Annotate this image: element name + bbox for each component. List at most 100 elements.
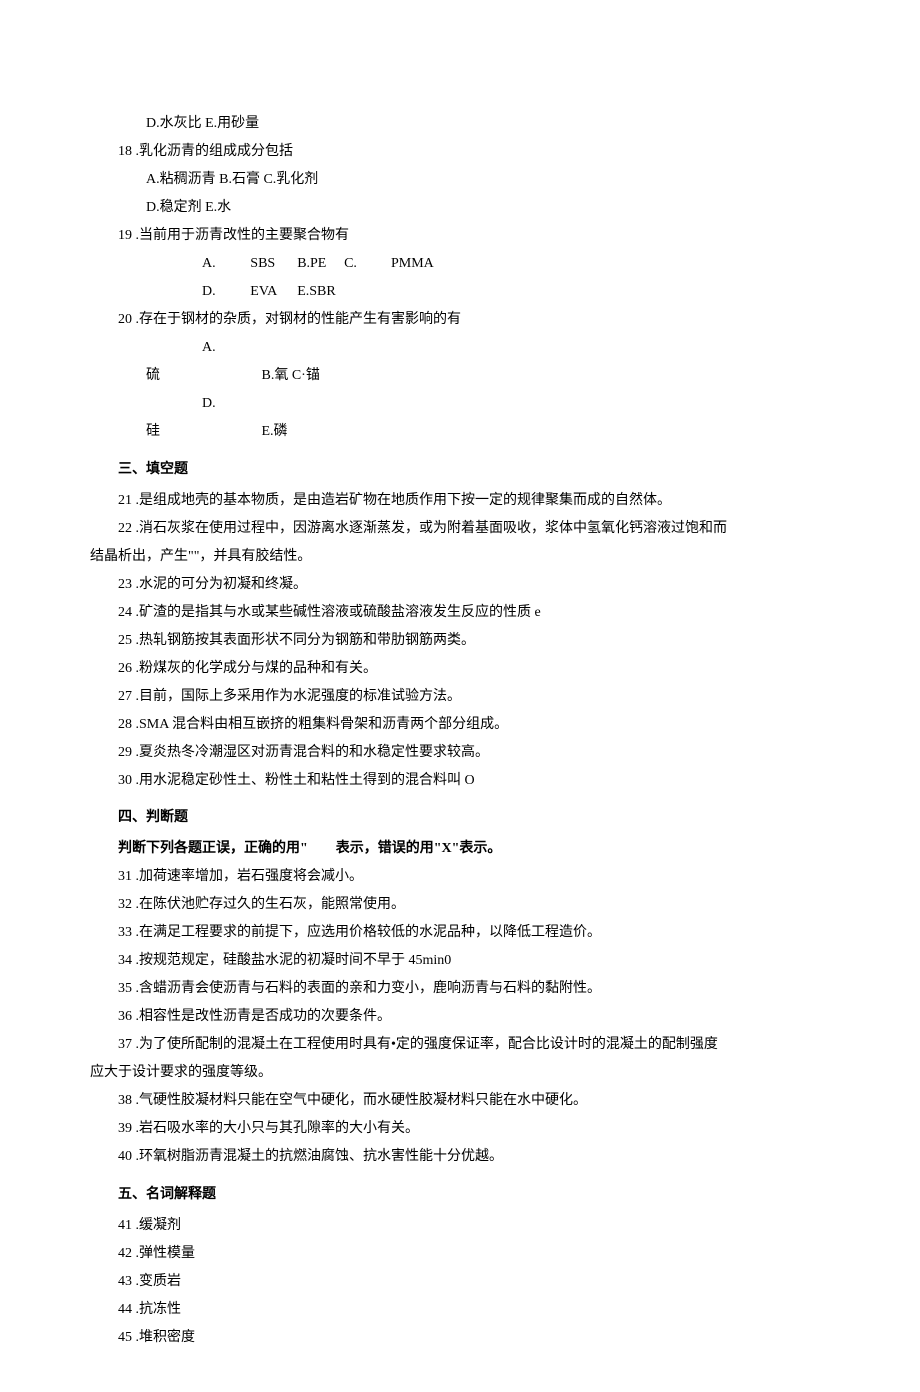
q43-num: 43 xyxy=(118,1274,132,1289)
q26-num: 26 xyxy=(118,661,132,676)
q18-num: 18 xyxy=(118,144,132,159)
q35: 35 .含蜡沥青会使沥青与石料的表面的亲和力变小，鹿响沥青与石料的黏附性。 xyxy=(90,975,830,1003)
q18-options-1: A.粘稠沥青 B.石膏 C.乳化剂 xyxy=(90,166,830,194)
q45: 45 .堆积密度 xyxy=(90,1324,830,1352)
q43: 43 .变质岩 xyxy=(90,1268,830,1296)
q36-text: .相容性是改性沥青是否成功的次要条件。 xyxy=(136,1009,392,1024)
q19-num: 19 xyxy=(118,228,132,243)
q32: 32 .在陈伏池贮存过久的生石灰，能照常使用。 xyxy=(90,891,830,919)
q29-num: 29 xyxy=(118,745,132,760)
q22-text1: .消石灰浆在使用过程中，因游离水逐渐蒸发，或为附着基面吸收，浆体中氢氧化钙溶液过… xyxy=(136,521,728,536)
q19-line: 19 .当前用于沥青改性的主要聚合物有 xyxy=(90,222,830,250)
q23: 23 .水泥的可分为初凝和终凝。 xyxy=(90,571,830,599)
q17-option-d-e: D.水灰比 E.用砂量 xyxy=(90,110,830,138)
q40-text: .环氧树脂沥青混凝土的抗燃油腐蚀、抗水害性能十分优越。 xyxy=(136,1149,504,1164)
q25: 25 .热轧钢筋按其表面形状不同分为钢筋和带肋钢筋两类。 xyxy=(90,627,830,655)
q34-num: 34 xyxy=(118,953,132,968)
section-5-heading: 五、名词解释题 xyxy=(90,1181,830,1209)
q27-num: 27 xyxy=(118,689,132,704)
q41: 41 .缓凝剂 xyxy=(90,1212,830,1240)
q20-stem: .存在于钢材的杂质，对钢材的性能产生有害影响的有 xyxy=(136,312,462,327)
q18-stem: .乳化沥青的组成成分包括 xyxy=(136,144,294,159)
q29-text: .夏炎热冬冷潮湿区对沥青混合料的和水稳定性要求较高。 xyxy=(136,745,490,760)
q22-num: 22 xyxy=(118,521,132,536)
q33-num: 33 xyxy=(118,925,132,940)
q34-text: .按规范规定，硅酸盐水泥的初凝时间不早于 45min0 xyxy=(136,953,452,968)
q18-options-2: D.稳定剂 E.水 xyxy=(90,194,830,222)
q28-num: 28 xyxy=(118,717,132,732)
q31-num: 31 xyxy=(118,869,132,884)
q26: 26 .粉煤灰的化学成分与煤的品种和有关。 xyxy=(90,655,830,683)
q35-text: .含蜡沥青会使沥青与石料的表面的亲和力变小，鹿响沥青与石料的黏附性。 xyxy=(136,981,602,996)
q44-text: .抗冻性 xyxy=(136,1302,182,1317)
q20-num: 20 xyxy=(118,312,132,327)
q42: 42 .弹性模量 xyxy=(90,1240,830,1268)
q41-text: .缓凝剂 xyxy=(136,1218,182,1233)
q38: 38 .气硬性胶凝材料只能在空气中硬化，而水硬性胶凝材料只能在水中硬化。 xyxy=(90,1087,830,1115)
q37-line2: 应大于设计要求的强度等级。 xyxy=(90,1059,830,1087)
q39-text: .岩石吸水率的大小只与其孔隙率的大小有关。 xyxy=(136,1121,420,1136)
q43-text: .变质岩 xyxy=(136,1274,182,1289)
q44: 44 .抗冻性 xyxy=(90,1296,830,1324)
q41-num: 41 xyxy=(118,1218,132,1233)
q33-text: .在满足工程要求的前提下，应选用价格较低的水泥品种，以降低工程造价。 xyxy=(136,925,602,940)
q42-num: 42 xyxy=(118,1246,132,1261)
q19-e: E.SBR xyxy=(241,278,336,306)
q20-e: E.磷 xyxy=(206,418,288,446)
q30-num: 30 xyxy=(118,773,132,788)
q36-num: 36 xyxy=(118,1009,132,1024)
q26-text: .粉煤灰的化学成分与煤的品种和有关。 xyxy=(136,661,378,676)
q19-a-label: A. xyxy=(146,250,191,278)
section-3-heading: 三、填空题 xyxy=(90,456,830,484)
q20-d: D.硅 xyxy=(146,390,202,446)
q20-line: 20 .存在于钢材的杂质，对钢材的性能产生有害影响的有 xyxy=(90,306,830,334)
section-4-heading: 四、判断题 xyxy=(90,804,830,832)
q32-text: .在陈伏池贮存过久的生石灰，能照常使用。 xyxy=(136,897,406,912)
q19-d-value: EVA xyxy=(194,278,237,306)
q24-text: .矿渣的是指其与水或某些碱性溶液或硫酸盐溶液发生反应的性质 e xyxy=(136,605,541,620)
q37-num: 37 xyxy=(118,1037,132,1052)
q37-text1: .为了使所配制的混凝土在工程使用时具有•定的强度保证率，配合比设计时的混凝土的配… xyxy=(136,1037,718,1052)
q37-line1: 37 .为了使所配制的混凝土在工程使用时具有•定的强度保证率，配合比设计时的混凝… xyxy=(90,1031,830,1059)
q19-options-row1: A. SBS B.PE C. PMMA xyxy=(90,250,830,278)
q34: 34 .按规范规定，硅酸盐水泥的初凝时间不早于 45min0 xyxy=(90,947,830,975)
q19-c-value: PMMA xyxy=(335,250,434,278)
q28: 28 .SMA 混合料由相互嵌挤的粗集料骨架和沥青两个部分组成。 xyxy=(90,711,830,739)
q20-bc: B.氧 C·锚 xyxy=(206,362,320,390)
section-4-instruction: 判断下列各题正误，正确的用" 表示，错误的用"X"表示。 xyxy=(90,835,830,863)
q27-text: .目前，国际上多采用作为水泥强度的标准试验方法。 xyxy=(136,689,462,704)
q19-a-value: SBS xyxy=(194,250,237,278)
q38-num: 38 xyxy=(118,1093,132,1108)
q45-text: .堆积密度 xyxy=(136,1330,196,1345)
q20-a: A.硫 xyxy=(146,334,202,390)
q45-num: 45 xyxy=(118,1330,132,1345)
q24-num: 24 xyxy=(118,605,132,620)
q23-num: 23 xyxy=(118,577,132,592)
q40-num: 40 xyxy=(118,1149,132,1164)
q35-num: 35 xyxy=(118,981,132,996)
q39-num: 39 xyxy=(118,1121,132,1136)
q24: 24 .矿渣的是指其与水或某些碱性溶液或硫酸盐溶液发生反应的性质 e xyxy=(90,599,830,627)
q42-text: .弹性模量 xyxy=(136,1246,196,1261)
q28-text: .SMA 混合料由相互嵌挤的粗集料骨架和沥青两个部分组成。 xyxy=(136,717,509,732)
q19-b: B.PE xyxy=(241,250,284,278)
q36: 36 .相容性是改性沥青是否成功的次要条件。 xyxy=(90,1003,830,1031)
q22-line2: 结晶析出，产生""，并具有胶结性。 xyxy=(90,543,830,571)
q39: 39 .岩石吸水率的大小只与其孔隙率的大小有关。 xyxy=(90,1115,830,1143)
q27: 27 .目前，国际上多采用作为水泥强度的标准试验方法。 xyxy=(90,683,830,711)
q20-options-row2: D.硅 E.磷 xyxy=(90,390,830,446)
q20-options-row1: A.硫 B.氧 C·锚 xyxy=(90,334,830,390)
q22-line1: 22 .消石灰浆在使用过程中，因游离水逐渐蒸发，或为附着基面吸收，浆体中氢氧化钙… xyxy=(90,515,830,543)
q19-c-label: C. xyxy=(288,250,331,278)
q19-stem: .当前用于沥青改性的主要聚合物有 xyxy=(136,228,350,243)
q40: 40 .环氧树脂沥青混凝土的抗燃油腐蚀、抗水害性能十分优越。 xyxy=(90,1143,830,1171)
q32-num: 32 xyxy=(118,897,132,912)
q44-num: 44 xyxy=(118,1302,132,1317)
q23-text: .水泥的可分为初凝和终凝。 xyxy=(136,577,308,592)
q30: 30 .用水泥稳定砂性土、粉性土和粘性土得到的混合料叫 O xyxy=(90,767,830,795)
q19-options-row2: D. EVA E.SBR xyxy=(90,278,830,306)
q21: 21 .是组成地壳的基本物质，是由造岩矿物在地质作用下按一定的规律聚集而成的自然… xyxy=(90,487,830,515)
q19-d-label: D. xyxy=(146,278,191,306)
q38-text: .气硬性胶凝材料只能在空气中硬化，而水硬性胶凝材料只能在水中硬化。 xyxy=(136,1093,588,1108)
q18-line: 18 .乳化沥青的组成成分包括 xyxy=(90,138,830,166)
